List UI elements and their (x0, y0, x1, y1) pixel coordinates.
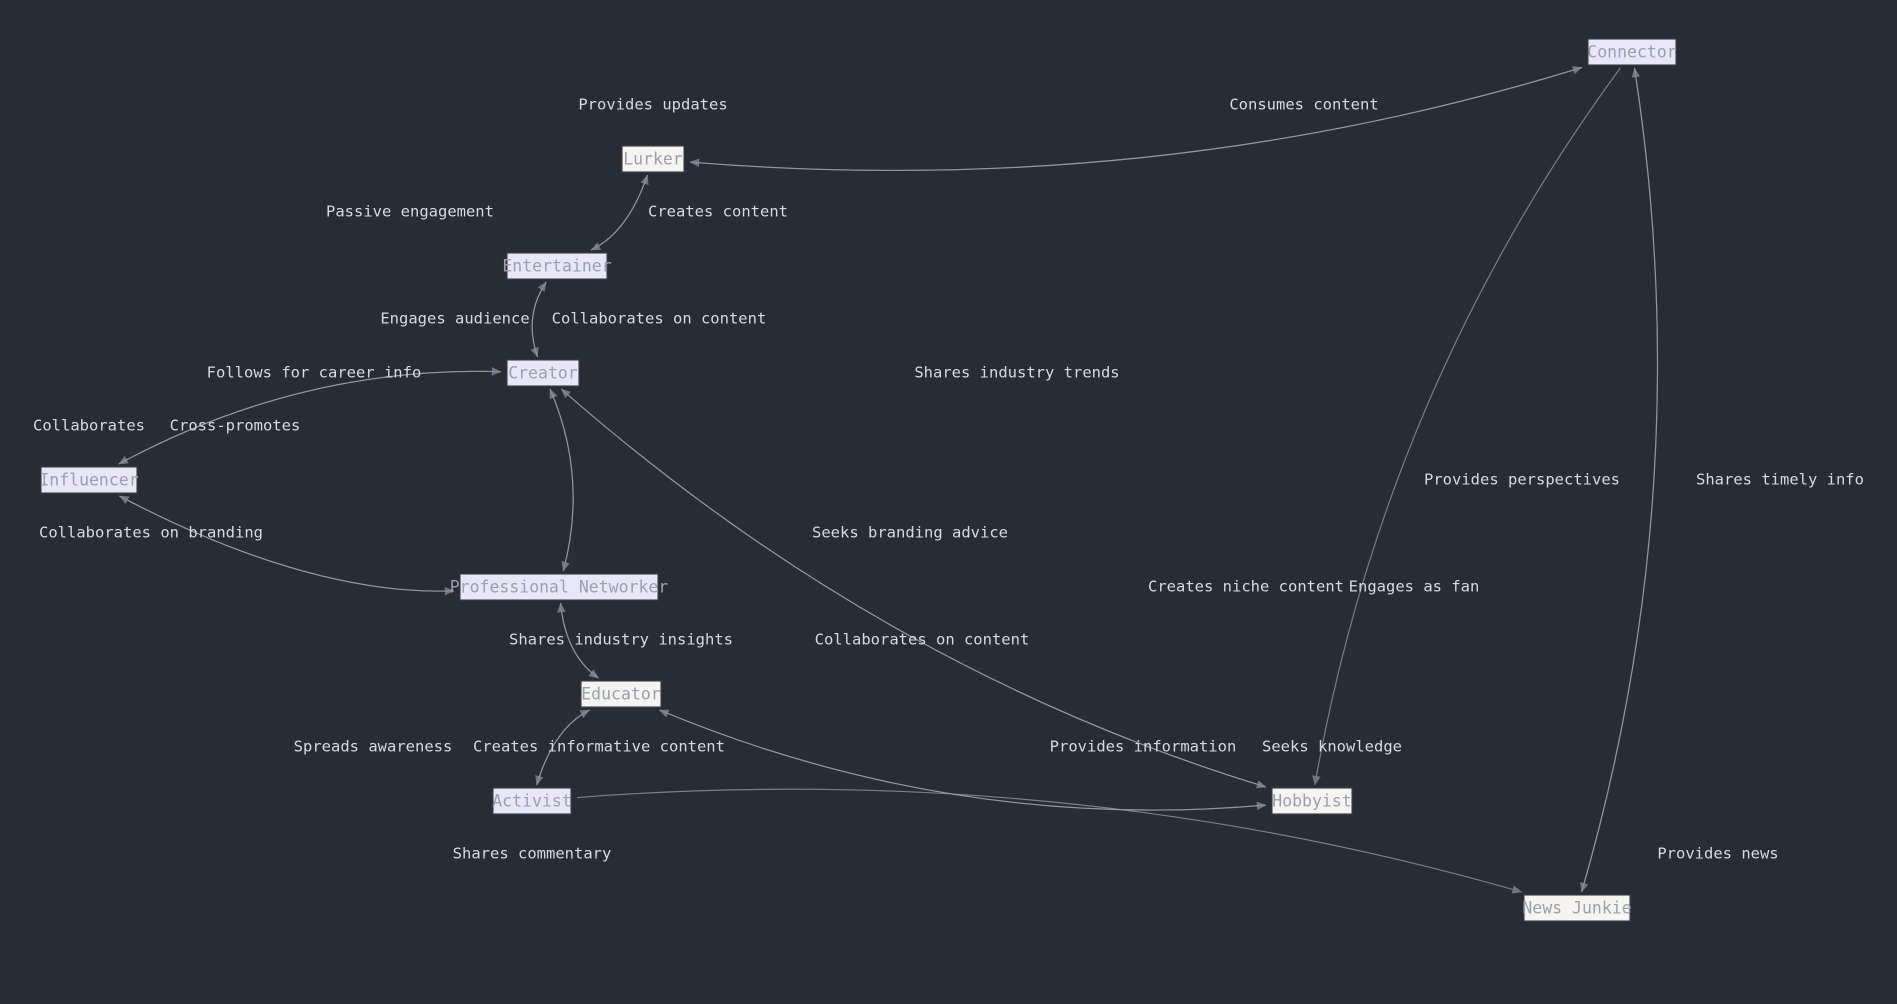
edge-label-seeks-branding-advice: Seeks branding advice (812, 524, 1008, 542)
edge-label-creates-content: Creates content (648, 203, 788, 221)
graph-edge (119, 495, 455, 592)
node-label-creator: Creator (508, 364, 578, 383)
network-graph-canvas: Provides updates Consumes content Passive … (0, 0, 1897, 1004)
edge-label-creates-informative-content: Creates informative content (473, 738, 725, 756)
graph-edge (576, 788, 1523, 894)
node-label-networker: Professional Networker (450, 578, 669, 597)
edge-label-shares-commentary: Shares commentary (453, 845, 612, 863)
edge-label-creates-niche-content: Creates niche content (1148, 578, 1344, 596)
edge-label-engages-audience: Engages audience (380, 310, 529, 328)
graph-node-educator[interactable]: Educator (580, 680, 662, 708)
edge-label-shares-industry-insights: Shares industry insights (509, 631, 733, 649)
node-label-entertainer: Entertainer (502, 257, 611, 276)
graph-node-creator[interactable]: Creator (506, 359, 580, 387)
edge-label-spreads-awareness: Spreads awareness (294, 738, 453, 756)
edge-label-collaborates: Collaborates (33, 417, 145, 435)
graph-edge (689, 66, 1583, 172)
edge-label-consumes-content: Consumes content (1229, 96, 1378, 114)
graph-node-activist[interactable]: Activist (492, 787, 572, 815)
edge-label-engages-as-fan: Engages as fan (1349, 578, 1480, 596)
node-label-educator: Educator (581, 685, 661, 704)
graph-edge (119, 495, 455, 596)
node-label-lurker: Lurker (623, 150, 683, 169)
node-label-hobbyist: Hobbyist (1272, 792, 1351, 811)
graph-edge (689, 66, 1583, 172)
edge-label-shares-industry-trends: Shares industry trends (914, 364, 1119, 382)
node-label-influencer: Influencer (39, 471, 138, 490)
graph-node-influencer[interactable]: Influencer (39, 466, 139, 494)
graph-node-connector[interactable]: Connector (1587, 38, 1677, 66)
edge-label-cross-promotes: Cross-promotes (170, 417, 301, 435)
graph-edge (590, 174, 649, 251)
graph-node-hobbyist[interactable]: Hobbyist (1271, 787, 1353, 815)
edge-label-passive-engagement: Passive engagement (326, 203, 494, 221)
graph-node-newsjunkie[interactable]: News Junkie (1522, 894, 1632, 922)
edge-label-follows-for-career-info: Follows for career info (207, 364, 422, 382)
graph-edge (549, 388, 574, 572)
edge-label-provides-information: Provides information (1050, 738, 1237, 756)
edge-label-collaborates-on-branding: Collaborates on branding (39, 524, 263, 542)
graph-node-lurker[interactable]: Lurker (621, 145, 685, 173)
edge-labels-layer: Provides updates Consumes content Passive … (33, 96, 1864, 863)
graph-edge (531, 281, 547, 358)
edge-label-provides-updates: Provides updates (578, 96, 727, 114)
edge-label-seeks-knowledge: Seeks knowledge (1262, 738, 1402, 756)
graph-node-entertainer[interactable]: Entertainer (502, 252, 612, 280)
node-label-newsjunkie: News Junkie (1522, 899, 1631, 918)
graph-edge (1312, 67, 1621, 786)
edge-label-collaborates-on-content-1: Collaborates on content (552, 310, 767, 328)
edge-label-provides-perspectives: Provides perspectives (1424, 471, 1620, 489)
graph-edge (590, 174, 649, 251)
edge-label-shares-timely-info: Shares timely info (1696, 471, 1864, 489)
graph-node-networker[interactable]: Professional Networker (450, 573, 669, 601)
node-label-connector: Connector (1587, 43, 1676, 62)
edge-label-provides-news: Provides news (1657, 845, 1778, 863)
node-label-activist: Activist (492, 792, 571, 811)
edge-label-collaborates-on-content-2: Collaborates on content (815, 631, 1030, 649)
